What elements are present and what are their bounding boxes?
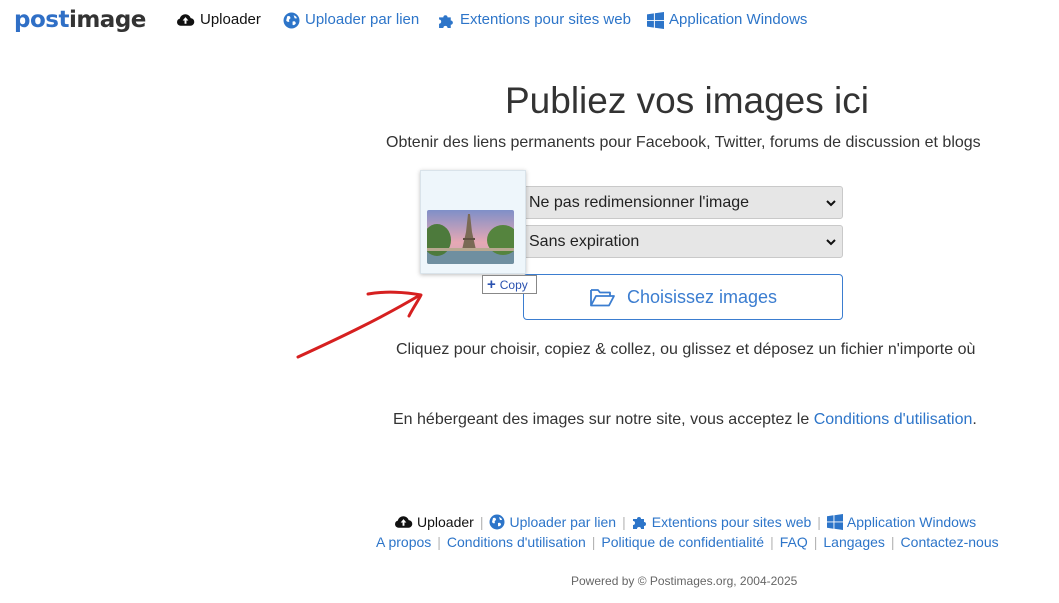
expiration-select-value: Sans expiration <box>529 233 640 250</box>
top-nav: postimage Uploader Uploader par lien Ext… <box>0 0 1059 40</box>
folder-open-icon <box>590 288 615 306</box>
dragged-image-thumbnail <box>427 210 514 264</box>
drag-preview <box>420 170 526 274</box>
footer-separator: | <box>479 514 484 530</box>
logo-post-text: post <box>14 7 69 33</box>
nav-windows-app[interactable]: Application Windows <box>647 11 807 29</box>
footer-terms[interactable]: Conditions d'utilisation <box>447 534 586 550</box>
terms-link[interactable]: Conditions d'utilisation <box>814 411 973 428</box>
footer-separator: | <box>817 514 821 530</box>
cloud-upload-icon <box>395 516 413 528</box>
choose-images-button[interactable]: Choisissez images <box>523 274 843 320</box>
footer-extensions[interactable]: Extentions pour sites web <box>632 514 812 530</box>
windows-icon <box>826 514 843 530</box>
nav-uploader-label: Uploader <box>200 11 261 28</box>
footer-link-uploader[interactable]: Uploader par lien <box>489 514 616 530</box>
page-subtitle: Obtenir des liens permanents pour Facebo… <box>386 134 981 151</box>
footer-separator: | <box>890 534 895 550</box>
footer-separator: | <box>813 534 818 550</box>
footer-uploader[interactable]: Uploader <box>394 514 474 530</box>
cloud-upload-icon <box>177 14 195 26</box>
chevron-down-icon <box>826 200 836 207</box>
footer-separator: | <box>770 534 774 550</box>
expiration-select[interactable]: Sans expiration <box>523 225 843 258</box>
globe-icon <box>283 12 300 28</box>
footer-separator: | <box>437 534 441 550</box>
footer-separator: | <box>622 514 626 530</box>
terms-prefix: En hébergeant des images sur notre site,… <box>393 411 814 428</box>
nav-windows-app-label: Application Windows <box>669 11 808 28</box>
globe-icon <box>489 514 505 530</box>
nav-uploader[interactable]: Uploader <box>176 11 261 29</box>
page-title: Publiez vos images ici <box>505 80 869 121</box>
copy-tooltip: + Copy <box>482 275 537 294</box>
footer-extensions-label: Extentions pour sites web <box>651 514 812 530</box>
puzzle-icon <box>632 517 646 529</box>
upload-hint: Cliquez pour choisir, copiez & collez, o… <box>396 341 976 358</box>
footer-primary-links: Uploader | Uploader par lien | Extention… <box>394 514 976 530</box>
choose-images-label: Choisissez images <box>626 286 778 307</box>
nav-link-uploader[interactable]: Uploader par lien <box>283 11 419 29</box>
copy-tooltip-label: Copy <box>499 277 528 292</box>
footer-link-uploader-label: Uploader par lien <box>509 514 617 530</box>
resize-select-value: Ne pas redimensionner l'image <box>529 194 750 211</box>
resize-select[interactable]: Ne pas redimensionner l'image <box>523 186 843 219</box>
nav-extensions[interactable]: Extentions pour sites web <box>438 11 631 29</box>
footer-separator: | <box>591 534 596 550</box>
footer-languages[interactable]: Langages <box>823 534 885 550</box>
footer-faq[interactable]: FAQ <box>780 534 808 550</box>
footer-uploader-label: Uploader <box>417 514 474 530</box>
footer-privacy[interactable]: Politique de confidentialité <box>601 534 764 550</box>
postimage-logo[interactable]: postimage <box>14 6 146 34</box>
powered-by: Powered by © Postimages.org, 2004-2025 <box>571 574 798 588</box>
nav-link-uploader-label: Uploader par lien <box>305 11 420 28</box>
chevron-down-icon <box>826 239 836 246</box>
footer-windows-app-label: Application Windows <box>846 514 977 530</box>
footer-windows-app[interactable]: Application Windows <box>826 514 977 530</box>
windows-icon <box>647 11 664 29</box>
plus-icon: + <box>487 276 496 293</box>
terms-suffix: . <box>972 411 977 428</box>
logo-image-text: image <box>68 7 146 33</box>
footer-about[interactable]: A propos <box>376 534 431 550</box>
footer-contact[interactable]: Contactez-nous <box>901 534 999 550</box>
nav-extensions-label: Extentions pour sites web <box>460 11 631 28</box>
footer-secondary-links: A propos | Conditions d'utilisation | Po… <box>376 534 999 550</box>
terms-notice: En hébergeant des images sur notre site,… <box>393 411 977 429</box>
puzzle-icon <box>439 14 453 28</box>
